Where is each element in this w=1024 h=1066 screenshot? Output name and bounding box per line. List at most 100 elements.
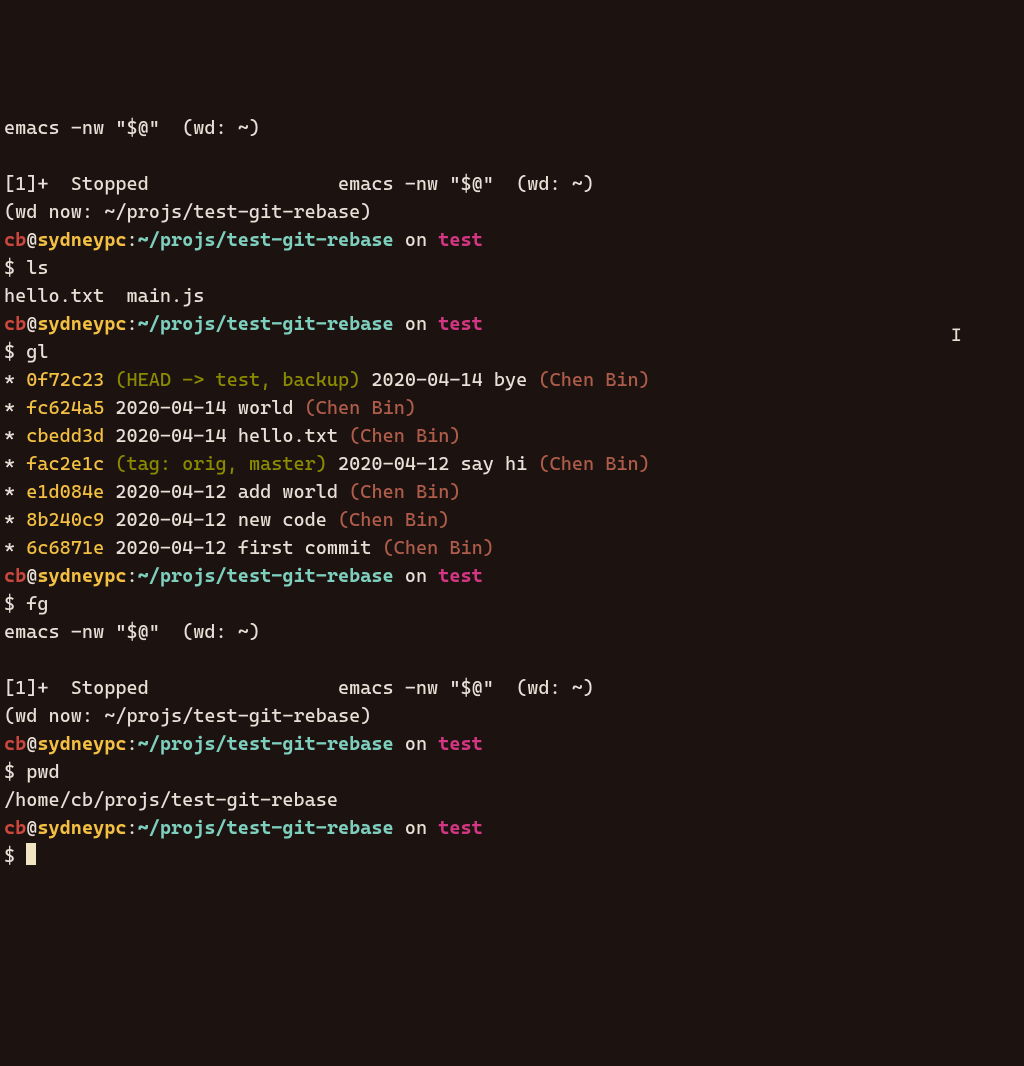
gitlog-date: 2020-04-14 bbox=[371, 369, 482, 391]
prompt-colon: : bbox=[126, 313, 137, 335]
gitlog-line: * e1d084e 2020-04-12 add world (Chen Bin… bbox=[4, 481, 461, 503]
gitlog-line: * fc624a5 2020-04-14 world (Chen Bin) bbox=[4, 397, 416, 419]
gitlog-date: 2020-04-12 bbox=[338, 453, 449, 475]
cursor-block bbox=[26, 843, 36, 865]
prompt-user: cb bbox=[4, 313, 26, 335]
prompt-line: cb@sydneypc:~/projs/test-git-rebase on t… bbox=[4, 565, 483, 587]
terminal-output[interactable]: emacs -nw "$@" (wd: ~) [1]+ Stopped emac… bbox=[4, 114, 1020, 870]
prompt-branch: test bbox=[438, 565, 483, 587]
gitlog-star: * bbox=[4, 537, 15, 559]
gitlog-refs: (HEAD -> test, backup) bbox=[115, 369, 360, 391]
ps1: $ bbox=[4, 593, 26, 615]
cmd-line: $ gl bbox=[4, 341, 49, 363]
cmd-line: $ ls bbox=[4, 257, 49, 279]
prompt-on: on bbox=[394, 313, 439, 335]
gitlog-star: * bbox=[4, 509, 15, 531]
prompt-on: on bbox=[394, 229, 439, 251]
text-cursor-icon: I bbox=[951, 322, 962, 350]
prompt-line: cb@sydneypc:~/projs/test-git-rebase on t… bbox=[4, 733, 483, 755]
prompt-path: ~/projs/test-git-rebase bbox=[138, 229, 394, 251]
cmd-line: $ fg bbox=[4, 593, 49, 615]
prompt-branch: test bbox=[438, 733, 483, 755]
ps1: $ bbox=[4, 761, 26, 783]
prompt-line: cb@sydneypc:~/projs/test-git-rebase on t… bbox=[4, 817, 483, 839]
gitlog-hash: 6c6871e bbox=[26, 537, 104, 559]
prompt-at: @ bbox=[26, 565, 37, 587]
gitlog-author: (Chen Bin) bbox=[338, 509, 449, 531]
prompt-user: cb bbox=[4, 817, 26, 839]
prompt-path: ~/projs/test-git-rebase bbox=[138, 733, 394, 755]
emacs-wd-line: emacs -nw "$@" (wd: ~) bbox=[4, 117, 260, 139]
gitlog-line: * 6c6871e 2020-04-12 first commit (Chen … bbox=[4, 537, 494, 559]
prompt-colon: : bbox=[126, 817, 137, 839]
gitlog-date: 2020-04-14 bbox=[115, 425, 226, 447]
gitlog-star: * bbox=[4, 481, 15, 503]
stopped-line: [1]+ Stopped emacs -nw "$@" (wd: ~) bbox=[4, 173, 594, 195]
prompt-at: @ bbox=[26, 817, 37, 839]
gitlog-hash: 8b240c9 bbox=[26, 509, 104, 531]
gitlog-line: * fac2e1c (tag: orig, master) 2020-04-12… bbox=[4, 453, 650, 475]
gitlog-line: * 8b240c9 2020-04-12 new code (Chen Bin) bbox=[4, 509, 449, 531]
gitlog-author: (Chen Bin) bbox=[538, 453, 649, 475]
prompt-colon: : bbox=[126, 733, 137, 755]
prompt-path: ~/projs/test-git-rebase bbox=[138, 565, 394, 587]
gitlog-msg: new code bbox=[238, 509, 327, 531]
gitlog-author: (Chen Bin) bbox=[538, 369, 649, 391]
gitlog-hash: 0f72c23 bbox=[26, 369, 104, 391]
prompt-branch: test bbox=[438, 313, 483, 335]
prompt-user: cb bbox=[4, 229, 26, 251]
cmd-line: $ pwd bbox=[4, 761, 60, 783]
stopped-line: [1]+ Stopped emacs -nw "$@" (wd: ~) bbox=[4, 677, 594, 699]
prompt-path: ~/projs/test-git-rebase bbox=[138, 817, 394, 839]
prompt-host: sydneypc bbox=[37, 733, 126, 755]
gitlog-star: * bbox=[4, 453, 15, 475]
gitlog-date: 2020-04-12 bbox=[115, 481, 226, 503]
emacs-wd-line: emacs -nw "$@" (wd: ~) bbox=[4, 621, 260, 643]
cmd-pwd: pwd bbox=[26, 761, 59, 783]
wd-now-line: (wd now: ~/projs/test-git-rebase) bbox=[4, 201, 371, 223]
gitlog-line: * 0f72c23 (HEAD -> test, backup) 2020-04… bbox=[4, 369, 650, 391]
prompt-line: cb@sydneypc:~/projs/test-git-rebase on t… bbox=[4, 229, 483, 251]
prompt-host: sydneypc bbox=[37, 565, 126, 587]
gitlog-date: 2020-04-12 bbox=[115, 509, 226, 531]
gitlog-star: * bbox=[4, 425, 15, 447]
wd-now-line: (wd now: ~/projs/test-git-rebase) bbox=[4, 705, 371, 727]
prompt-user: cb bbox=[4, 565, 26, 587]
prompt-host: sydneypc bbox=[37, 817, 126, 839]
ps1: $ bbox=[4, 257, 26, 279]
gitlog-hash: fac2e1c bbox=[26, 453, 104, 475]
gitlog-msg: say hi bbox=[461, 453, 528, 475]
gitlog-author: (Chen Bin) bbox=[383, 537, 494, 559]
gitlog-msg: bye bbox=[494, 369, 527, 391]
gitlog-msg: first commit bbox=[238, 537, 372, 559]
pwd-output: /home/cb/projs/test-git-rebase bbox=[4, 789, 338, 811]
gitlog-star: * bbox=[4, 397, 15, 419]
prompt-on: on bbox=[394, 817, 439, 839]
gitlog-msg: add world bbox=[238, 481, 338, 503]
prompt-path: ~/projs/test-git-rebase bbox=[138, 313, 394, 335]
gitlog-line: * cbedd3d 2020-04-14 hello.txt (Chen Bin… bbox=[4, 425, 461, 447]
cmd-gl: gl bbox=[26, 341, 48, 363]
prompt-on: on bbox=[394, 733, 439, 755]
prompt-at: @ bbox=[26, 229, 37, 251]
ls-output: hello.txt main.js bbox=[4, 285, 204, 307]
prompt-branch: test bbox=[438, 817, 483, 839]
gitlog-msg: hello.txt bbox=[238, 425, 338, 447]
gitlog-date: 2020-04-14 bbox=[115, 397, 226, 419]
gitlog-star: * bbox=[4, 369, 15, 391]
gitlog-msg: world bbox=[238, 397, 294, 419]
prompt-line: cb@sydneypc:~/projs/test-git-rebase on t… bbox=[4, 313, 483, 335]
gitlog-refs: (tag: orig, master) bbox=[115, 453, 327, 475]
gitlog-hash: fc624a5 bbox=[26, 397, 104, 419]
prompt-branch: test bbox=[438, 229, 483, 251]
cmd-fg: fg bbox=[26, 593, 48, 615]
prompt-at: @ bbox=[26, 733, 37, 755]
prompt-host: sydneypc bbox=[37, 313, 126, 335]
prompt-at: @ bbox=[26, 313, 37, 335]
cmd-line[interactable]: $ bbox=[4, 845, 36, 867]
gitlog-date: 2020-04-12 bbox=[115, 537, 226, 559]
gitlog-author: (Chen Bin) bbox=[349, 481, 460, 503]
prompt-colon: : bbox=[126, 229, 137, 251]
prompt-colon: : bbox=[126, 565, 137, 587]
gitlog-author: (Chen Bin) bbox=[349, 425, 460, 447]
